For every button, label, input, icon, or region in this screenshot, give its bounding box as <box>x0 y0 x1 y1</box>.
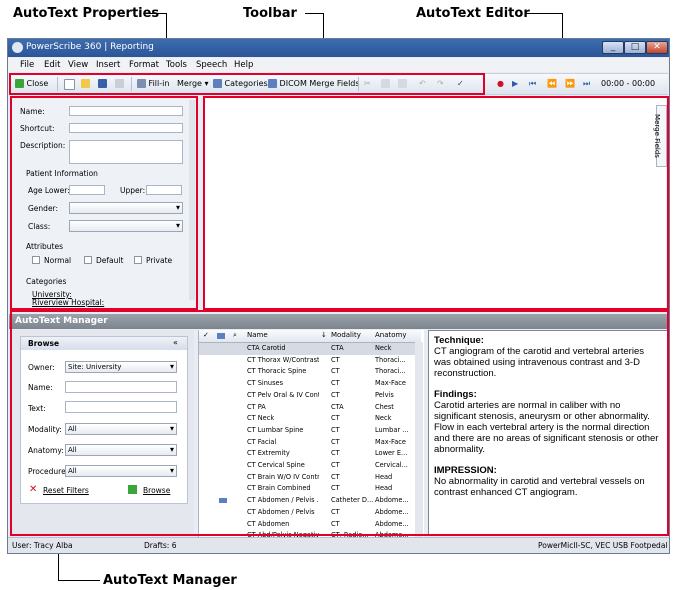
record-icon[interactable]: ● <box>497 79 504 88</box>
status-drafts: Drafts: 6 <box>144 541 177 550</box>
title-bar: PowerScribe 360 | Reporting _ □ ✕ <box>8 39 669 57</box>
callout-line <box>58 580 100 581</box>
menu-format[interactable]: Format <box>129 60 159 70</box>
time-display: 00:00 - 00:00 <box>601 79 656 88</box>
fast-forward-icon[interactable]: ⏩ <box>565 79 575 88</box>
skip-end-icon[interactable]: ⏭ <box>583 79 590 89</box>
callout-toolbar: Toolbar <box>243 6 297 21</box>
minimize-button[interactable]: _ <box>602 41 624 54</box>
rewind-icon[interactable]: ⏪ <box>547 79 557 88</box>
play-icon[interactable]: ▶ <box>512 79 518 88</box>
menu-edit[interactable]: Edit <box>44 60 60 70</box>
status-user: User: Tracy Alba <box>12 541 73 550</box>
menu-help[interactable]: Help <box>234 60 253 70</box>
callout-autotext-editor: AutoText Editor <box>416 6 530 21</box>
menu-file[interactable]: File <box>20 60 34 70</box>
callout-line <box>149 13 166 14</box>
highlight-toolbar <box>9 73 485 95</box>
callout-autotext-manager: AutoText Manager <box>103 573 237 588</box>
maximize-button[interactable]: □ <box>624 41 646 54</box>
menu-bar: File Edit View Insert Format Tools Speec… <box>8 58 669 72</box>
menu-insert[interactable]: Insert <box>96 60 120 70</box>
close-window-button[interactable]: ✕ <box>646 41 668 54</box>
callout-autotext-properties: AutoText Properties <box>13 6 160 21</box>
status-device: PowerMicII-SC, VEC USB Footpedal <box>538 541 668 550</box>
menu-speech[interactable]: Speech <box>196 60 227 70</box>
menu-tools[interactable]: Tools <box>166 60 187 70</box>
status-bar: User: Tracy Alba Drafts: 6 PowerMicII-SC… <box>8 537 669 553</box>
callout-line <box>526 13 562 14</box>
highlight-manager <box>10 310 669 536</box>
highlight-editor <box>203 96 669 310</box>
window-title: PowerScribe 360 | Reporting <box>26 42 154 52</box>
highlight-properties <box>10 96 198 310</box>
skip-start-icon[interactable]: ⏮ <box>529 79 536 89</box>
callout-line <box>305 13 324 14</box>
app-icon <box>12 42 23 53</box>
menu-view[interactable]: View <box>68 60 88 70</box>
